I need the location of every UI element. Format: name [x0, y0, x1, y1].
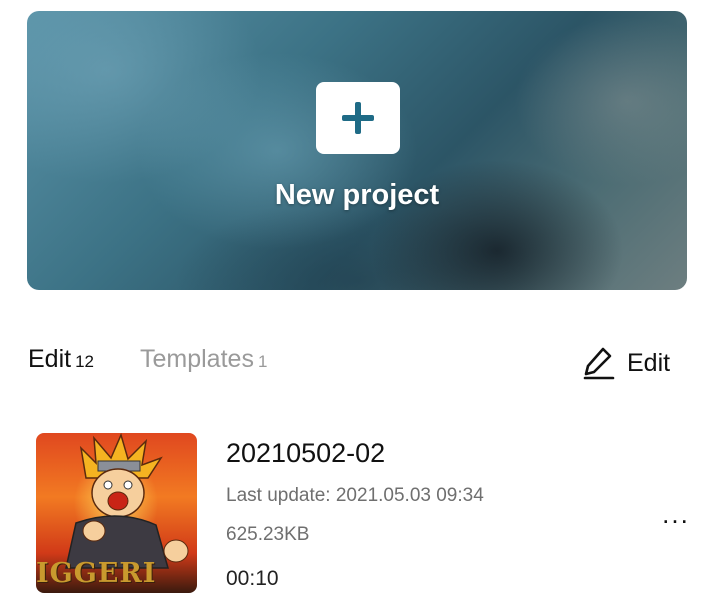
more-options-button[interactable]: ... [656, 499, 696, 529]
tab-templates-label: Templates [140, 345, 254, 373]
new-project-label: New project [274, 179, 440, 211]
project-duration: 00:10 [226, 567, 279, 590]
edit-action-label: Edit [627, 348, 671, 377]
thumbnail-caption: IGGERI [36, 558, 157, 589]
plus-icon [342, 102, 374, 134]
project-size: 625.23KB [226, 524, 310, 545]
tab-templates[interactable]: Templates 1 [140, 345, 267, 374]
new-project-banner[interactable]: New project [27, 11, 687, 290]
tab-templates-count: 1 [257, 352, 268, 371]
project-last-update: Last update: 2021.05.03 09:34 [226, 485, 484, 506]
project-list-item[interactable]: IGGERI 20210502-02 Last update: 2021.05.… [36, 433, 696, 593]
project-title: 20210502-02 [226, 438, 386, 468]
new-project-button[interactable] [316, 82, 400, 154]
tab-edit-label: Edit [28, 345, 72, 373]
project-thumbnail[interactable]: IGGERI [36, 433, 197, 593]
edit-projects-button[interactable]: Edit [583, 343, 670, 383]
tab-edit-count: 12 [75, 352, 95, 371]
pencil-icon [583, 347, 615, 380]
tab-edit[interactable]: Edit 12 [28, 345, 94, 374]
